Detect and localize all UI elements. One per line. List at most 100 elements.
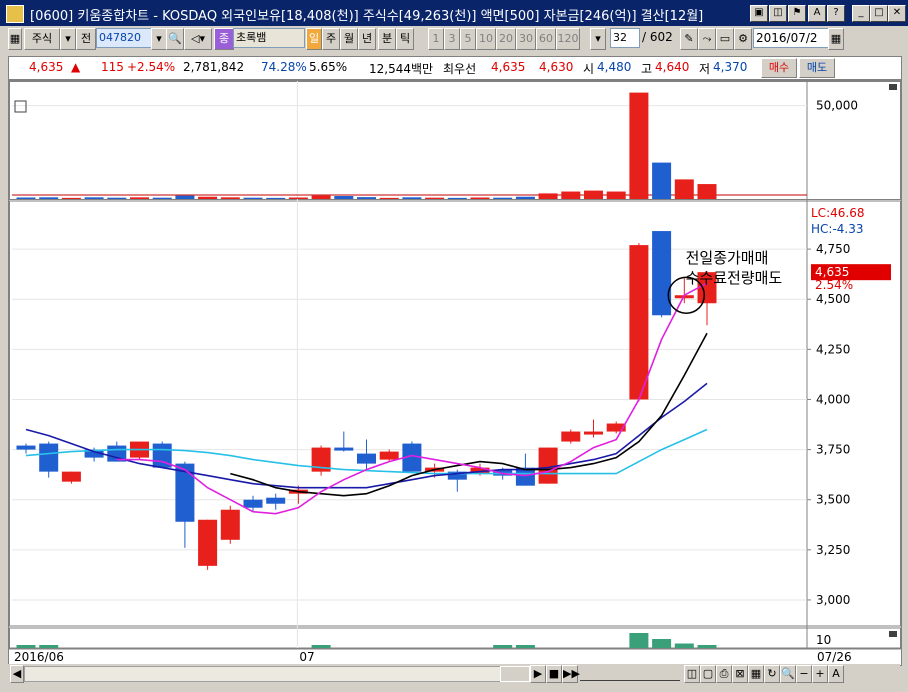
magnifier-icon[interactable]: 🔍 xyxy=(780,665,796,683)
interval-button-20[interactable]: 20 xyxy=(496,28,516,50)
speaker-icon[interactable]: ◁▾ xyxy=(184,28,212,50)
layout-icon[interactable]: ◫ xyxy=(684,665,700,683)
alert-icon[interactable]: A xyxy=(808,5,826,22)
zoom-slider[interactable] xyxy=(580,666,680,681)
volume-bar xyxy=(493,197,513,199)
fast-forward-button[interactable]: ▶▶ xyxy=(562,665,580,683)
volume-bar xyxy=(130,197,149,199)
best-bid: 4,630 xyxy=(539,60,574,74)
price-axis-label: 4,750 xyxy=(816,242,850,256)
interval-button-10[interactable]: 10 xyxy=(476,28,496,50)
date-input[interactable]: 2016/07/2 xyxy=(753,28,831,48)
price-axis-label: 3,750 xyxy=(816,443,850,457)
lc-label: LC:46.68 xyxy=(811,206,864,220)
volume-bar xyxy=(266,197,286,199)
close-button[interactable]: ✕ xyxy=(888,5,906,22)
toolbar-window-icon[interactable]: ▣ xyxy=(750,5,768,22)
indicator-bar xyxy=(674,643,694,648)
interval-button-3[interactable]: 3 xyxy=(444,28,460,50)
help-icon[interactable]: ? xyxy=(827,5,845,22)
price-axis-label: 3,000 xyxy=(816,593,850,607)
refresh-icon[interactable]: ↻ xyxy=(764,665,780,683)
chart-type-icon[interactable]: ▦ xyxy=(8,28,22,50)
candle-body xyxy=(379,451,399,460)
calendar-icon[interactable]: ▦ xyxy=(828,28,844,50)
interval-button-30[interactable]: 30 xyxy=(516,28,536,50)
volume-bar xyxy=(311,195,331,199)
current-price-label: 4,635 xyxy=(815,265,849,279)
volume-bar xyxy=(584,190,603,199)
interval-dropdown-icon[interactable]: ▾ xyxy=(590,28,606,50)
grid-icon[interactable]: ▦ xyxy=(748,665,764,683)
volume-bar xyxy=(84,197,104,199)
settings-icon[interactable]: ⚙ xyxy=(734,28,752,50)
period-year-button[interactable]: 년 xyxy=(358,28,376,50)
scroll-thumb[interactable] xyxy=(500,666,530,682)
window-icon[interactable]: ▢ xyxy=(700,665,716,683)
stock-code-input[interactable]: 047820 xyxy=(96,28,152,48)
scroll-left-button[interactable]: ◀ xyxy=(10,665,24,683)
volume-bar xyxy=(220,197,240,199)
price-axis-label: 3,250 xyxy=(816,543,850,557)
volume-bar xyxy=(515,196,535,199)
hc-label: HC:-4.33 xyxy=(811,222,864,236)
lock-icon[interactable]: ⊠ xyxy=(732,665,748,683)
zoom-out-icon[interactable]: − xyxy=(796,665,812,683)
count-input[interactable]: 32 xyxy=(610,28,640,48)
volume-bar xyxy=(561,191,581,199)
indicator-bar xyxy=(493,645,513,648)
volume-bar xyxy=(175,195,195,199)
stock-name-field[interactable]: 초록뱀 xyxy=(233,28,305,48)
market-type-select[interactable]: 주식 xyxy=(24,28,60,50)
interval-button-1[interactable]: 1 xyxy=(428,28,444,50)
period-day-button[interactable]: 일 xyxy=(306,28,322,50)
zoom-in-icon[interactable]: + xyxy=(812,665,828,683)
search-icon[interactable]: 🔍 xyxy=(166,28,184,50)
change-amount: 115 xyxy=(101,60,124,74)
annotation-line-1: 전일종가매매 xyxy=(686,249,769,267)
market-type-dropdown-icon[interactable]: ▾ xyxy=(60,28,76,50)
period-minute-button[interactable]: 분 xyxy=(378,28,396,50)
save-icon[interactable]: ▭ xyxy=(716,28,734,50)
text-tool-icon[interactable]: A xyxy=(828,665,844,683)
title-bar: [0600] 키움종합차트 - KOSDAQ 외국인보유[18,408(천)] … xyxy=(0,0,908,26)
current-pct-label: 2.54% xyxy=(815,278,853,292)
open-label: 시 xyxy=(583,62,595,76)
indicator-bar xyxy=(515,645,535,648)
volume-bar xyxy=(538,193,558,199)
volume-bar xyxy=(61,197,81,199)
code-dropdown-icon[interactable]: ▾ xyxy=(151,28,167,50)
line-tool-icon[interactable]: ⤳ xyxy=(698,28,716,50)
link-icon[interactable]: ◫ xyxy=(769,5,787,22)
volume: 2,781,842 xyxy=(183,60,245,74)
interval-button-5[interactable]: 5 xyxy=(460,28,476,50)
interval-button-120[interactable]: 120 xyxy=(556,28,580,50)
buy-button[interactable]: 매수 xyxy=(761,58,797,78)
x-axis-label: 07/26 xyxy=(817,650,852,664)
period-week-button[interactable]: 주 xyxy=(322,28,340,50)
candle-body xyxy=(561,431,581,442)
sell-button[interactable]: 매도 xyxy=(799,58,835,78)
indicator-bar xyxy=(652,639,672,648)
flag-icon[interactable]: ⚑ xyxy=(788,5,806,22)
scroll-track[interactable] xyxy=(24,666,502,682)
volume-bar xyxy=(425,197,445,199)
scroll-right-button[interactable]: ▶ xyxy=(530,665,546,683)
stock-chart[interactable]: 4,750 4,500 4,250 4,000 3,750 3,500 3,250 3,000… xyxy=(9,81,901,665)
window-title: [0600] 키움종합차트 - KOSDAQ 외국인보유[18,408(천)] … xyxy=(30,9,704,24)
volume-bar xyxy=(152,197,172,199)
print-icon[interactable]: ⎙ xyxy=(716,665,732,683)
prev-button[interactable]: 전 xyxy=(76,28,96,50)
stop-button[interactable]: ■ xyxy=(546,665,562,683)
draw-tool-icon[interactable]: ✎ xyxy=(680,28,698,50)
chart-area: 4,750 4,500 4,250 4,000 3,750 3,500 3,250 3,000… xyxy=(8,80,902,666)
volume-bar xyxy=(379,197,399,199)
interval-button-60[interactable]: 60 xyxy=(536,28,556,50)
x-axis-label: 07 xyxy=(299,650,314,664)
candle-body xyxy=(357,453,376,464)
price-axis-label: 4,500 xyxy=(816,292,850,306)
minimize-button[interactable]: _ xyxy=(852,5,870,22)
period-month-button[interactable]: 월 xyxy=(340,28,358,50)
period-tick-button[interactable]: 틱 xyxy=(396,28,414,50)
maximize-button[interactable]: □ xyxy=(870,5,888,22)
